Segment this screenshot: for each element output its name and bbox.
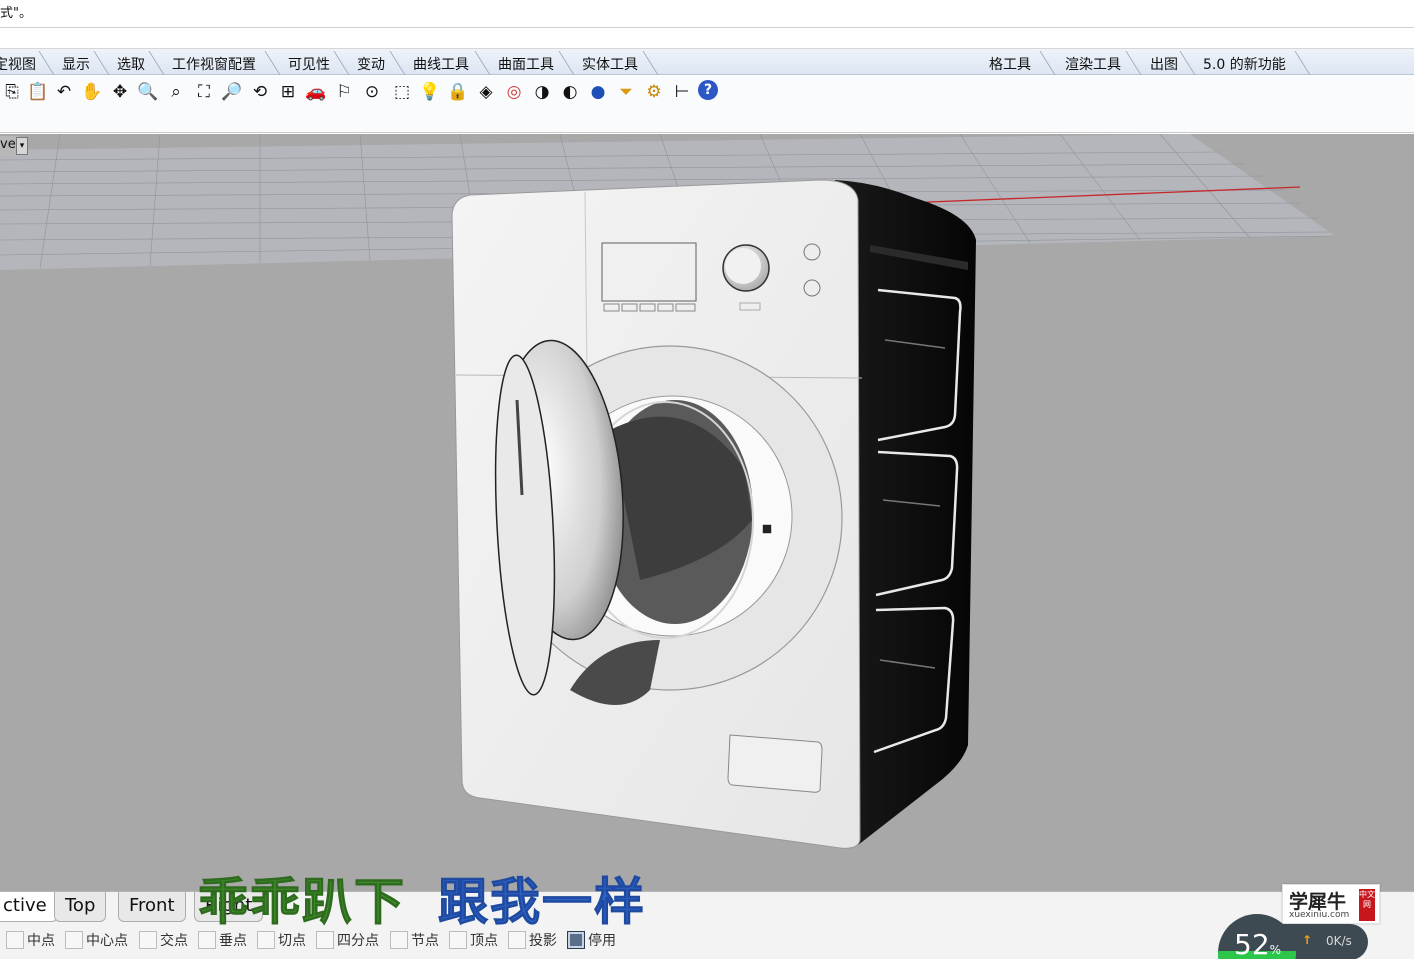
tab-surface-tools[interactable]: 曲面工具 [498, 52, 554, 75]
tab-new-in-v5[interactable]: 5.0 的新功能 [1203, 52, 1286, 75]
osnap-checkbox[interactable] [65, 931, 83, 949]
camera-target-icon[interactable]: ⊙ [360, 80, 384, 104]
filter-icon[interactable]: ⏷ [614, 80, 638, 104]
osnap-checkbox[interactable] [449, 931, 467, 949]
subtitle-left: 乖乖趴下 [198, 872, 406, 932]
command-history: 式"。 [0, 0, 1414, 28]
washing-machine-model[interactable] [451, 179, 976, 849]
osnap-center[interactable]: 中心点 [65, 929, 128, 951]
color-wheel-icon[interactable]: ◎ [502, 80, 526, 104]
osnap-intersection[interactable]: 交点 [139, 929, 188, 951]
osnap-checkbox[interactable] [198, 931, 216, 949]
osnap-label: 投影 [529, 933, 557, 949]
blue-sphere-icon[interactable]: ● [586, 80, 610, 104]
select-points-icon[interactable]: ⬚ [390, 80, 414, 104]
tab-separator [1294, 51, 1324, 75]
osnap-checkbox[interactable] [508, 931, 526, 949]
tab-perspective[interactable]: ctive [0, 892, 58, 922]
tab-separator [642, 51, 672, 75]
tab-viewport-layout[interactable]: 工作视窗配置 [172, 52, 256, 75]
light-bulb-icon[interactable]: 💡 [418, 80, 442, 104]
undo-icon[interactable]: ↶ [52, 80, 76, 104]
command-prompt-area[interactable] [0, 29, 1414, 49]
video-subtitle: 乖乖趴下 跟我一样 [198, 862, 646, 932]
osnap-checkbox[interactable] [390, 931, 408, 949]
osnap-midpoint[interactable]: 中点 [6, 929, 55, 951]
osnap-label: 切点 [278, 933, 306, 949]
osnap-checkbox[interactable] [567, 931, 585, 949]
osnap-label: 垂点 [219, 933, 247, 949]
osnap-disable[interactable]: 停用 [567, 929, 616, 951]
toolbar-tabs: 定视图 显示 选取 工作视窗配置 可见性 变动 曲线工具 曲面工具 实体工具 格… [0, 49, 1414, 75]
osnap-label: 停用 [588, 933, 616, 949]
settings-gear-icon[interactable]: ⚙ [642, 80, 666, 104]
osnap-quadrant[interactable]: 四分点 [316, 929, 379, 951]
named-view-icon[interactable]: ⚐ [332, 80, 356, 104]
help-icon[interactable]: ? [698, 80, 718, 100]
viewport-scene [0, 134, 1336, 849]
network-percent-unit: % [1269, 943, 1282, 957]
tab-curve-tools[interactable]: 曲线工具 [413, 52, 469, 75]
copy-icon[interactable]: ⎘ [0, 80, 24, 104]
network-rate: 0K/s [1326, 934, 1352, 948]
tab-transform[interactable]: 变动 [357, 52, 385, 75]
osnap-label: 四分点 [337, 933, 379, 949]
lock-icon[interactable]: 🔒 [446, 80, 470, 104]
tab-select[interactable]: 选取 [117, 52, 145, 75]
zoom-window-icon[interactable]: ⌕ [164, 80, 188, 104]
osnap-vertex[interactable]: 顶点 [449, 929, 498, 951]
osnap-checkbox[interactable] [316, 931, 334, 949]
layer-icon[interactable]: ◈ [474, 80, 498, 104]
osnap-checkbox[interactable] [257, 931, 275, 949]
four-viewports-icon[interactable]: ⊞ [276, 80, 300, 104]
osnap-label: 中点 [27, 933, 55, 949]
pan-hand-icon[interactable]: ✋ [80, 80, 104, 104]
zoom-selected-icon[interactable]: 🔎 [220, 80, 244, 104]
subtitle-right: 跟我一样 [438, 872, 646, 932]
osnap-label: 节点 [411, 933, 439, 949]
tab-set-view[interactable]: 定视图 [0, 52, 36, 75]
tab-mesh-tools[interactable]: 格工具 [989, 52, 1031, 75]
shaded-sphere-icon[interactable]: ◑ [530, 80, 554, 104]
osnap-knot[interactable]: 节点 [390, 929, 439, 951]
viewport-menu-arrow-icon[interactable]: ▾ [16, 137, 28, 155]
car-icon[interactable]: 🚗 [304, 80, 328, 104]
zoom-icon[interactable]: 🔍 [136, 80, 160, 104]
osnap-tangent[interactable]: 切点 [257, 929, 306, 951]
move-view-icon[interactable]: ✥ [108, 80, 132, 104]
osnap-label: 中心点 [86, 933, 128, 949]
osnap-label: 顶点 [470, 933, 498, 949]
osnap-checkbox[interactable] [139, 931, 157, 949]
osnap-perpendicular[interactable]: 垂点 [198, 929, 247, 951]
rotate-view-icon[interactable]: ⟲ [248, 80, 272, 104]
dimension-icon[interactable]: ⊢ [670, 80, 694, 104]
tab-visibility[interactable]: 可见性 [288, 52, 330, 75]
tab-render-tools[interactable]: 渲染工具 [1065, 52, 1121, 75]
upload-arrow-icon: ↑ [1302, 933, 1313, 947]
osnap-checkbox[interactable] [6, 931, 24, 949]
perspective-viewport[interactable]: ve ▾ [0, 134, 1414, 891]
network-speed-widget[interactable]: ↑ 0K/s 52% [1218, 914, 1368, 959]
rendered-sphere-icon[interactable]: ◐ [558, 80, 582, 104]
standard-toolbar: ⎘ 📋 ↶ ✋ ✥ 🔍 ⌕ ⛶ 🔎 ⟲ ⊞ 🚗 ⚐ ⊙ ⬚ 💡 🔒 ◈ ◎ ◑ ◐ ● ⏷ ⚙ ⊢? [0, 76, 1414, 133]
tab-front[interactable]: Front [118, 892, 186, 922]
tab-top[interactable]: Top [54, 892, 107, 922]
network-percent: 52 [1234, 928, 1270, 959]
osnap-label: 交点 [160, 933, 188, 949]
network-usage-gauge: 52% [1218, 914, 1296, 959]
tab-solid-tools[interactable]: 实体工具 [582, 52, 638, 75]
command-text: 式"。 [0, 6, 32, 21]
tab-display[interactable]: 显示 [62, 52, 90, 75]
zoom-extents-icon[interactable]: ⛶ [192, 80, 216, 104]
tab-drafting[interactable]: 出图 [1150, 52, 1178, 75]
osnap-project[interactable]: 投影 [508, 929, 557, 951]
paste-icon[interactable]: 📋 [26, 80, 50, 104]
